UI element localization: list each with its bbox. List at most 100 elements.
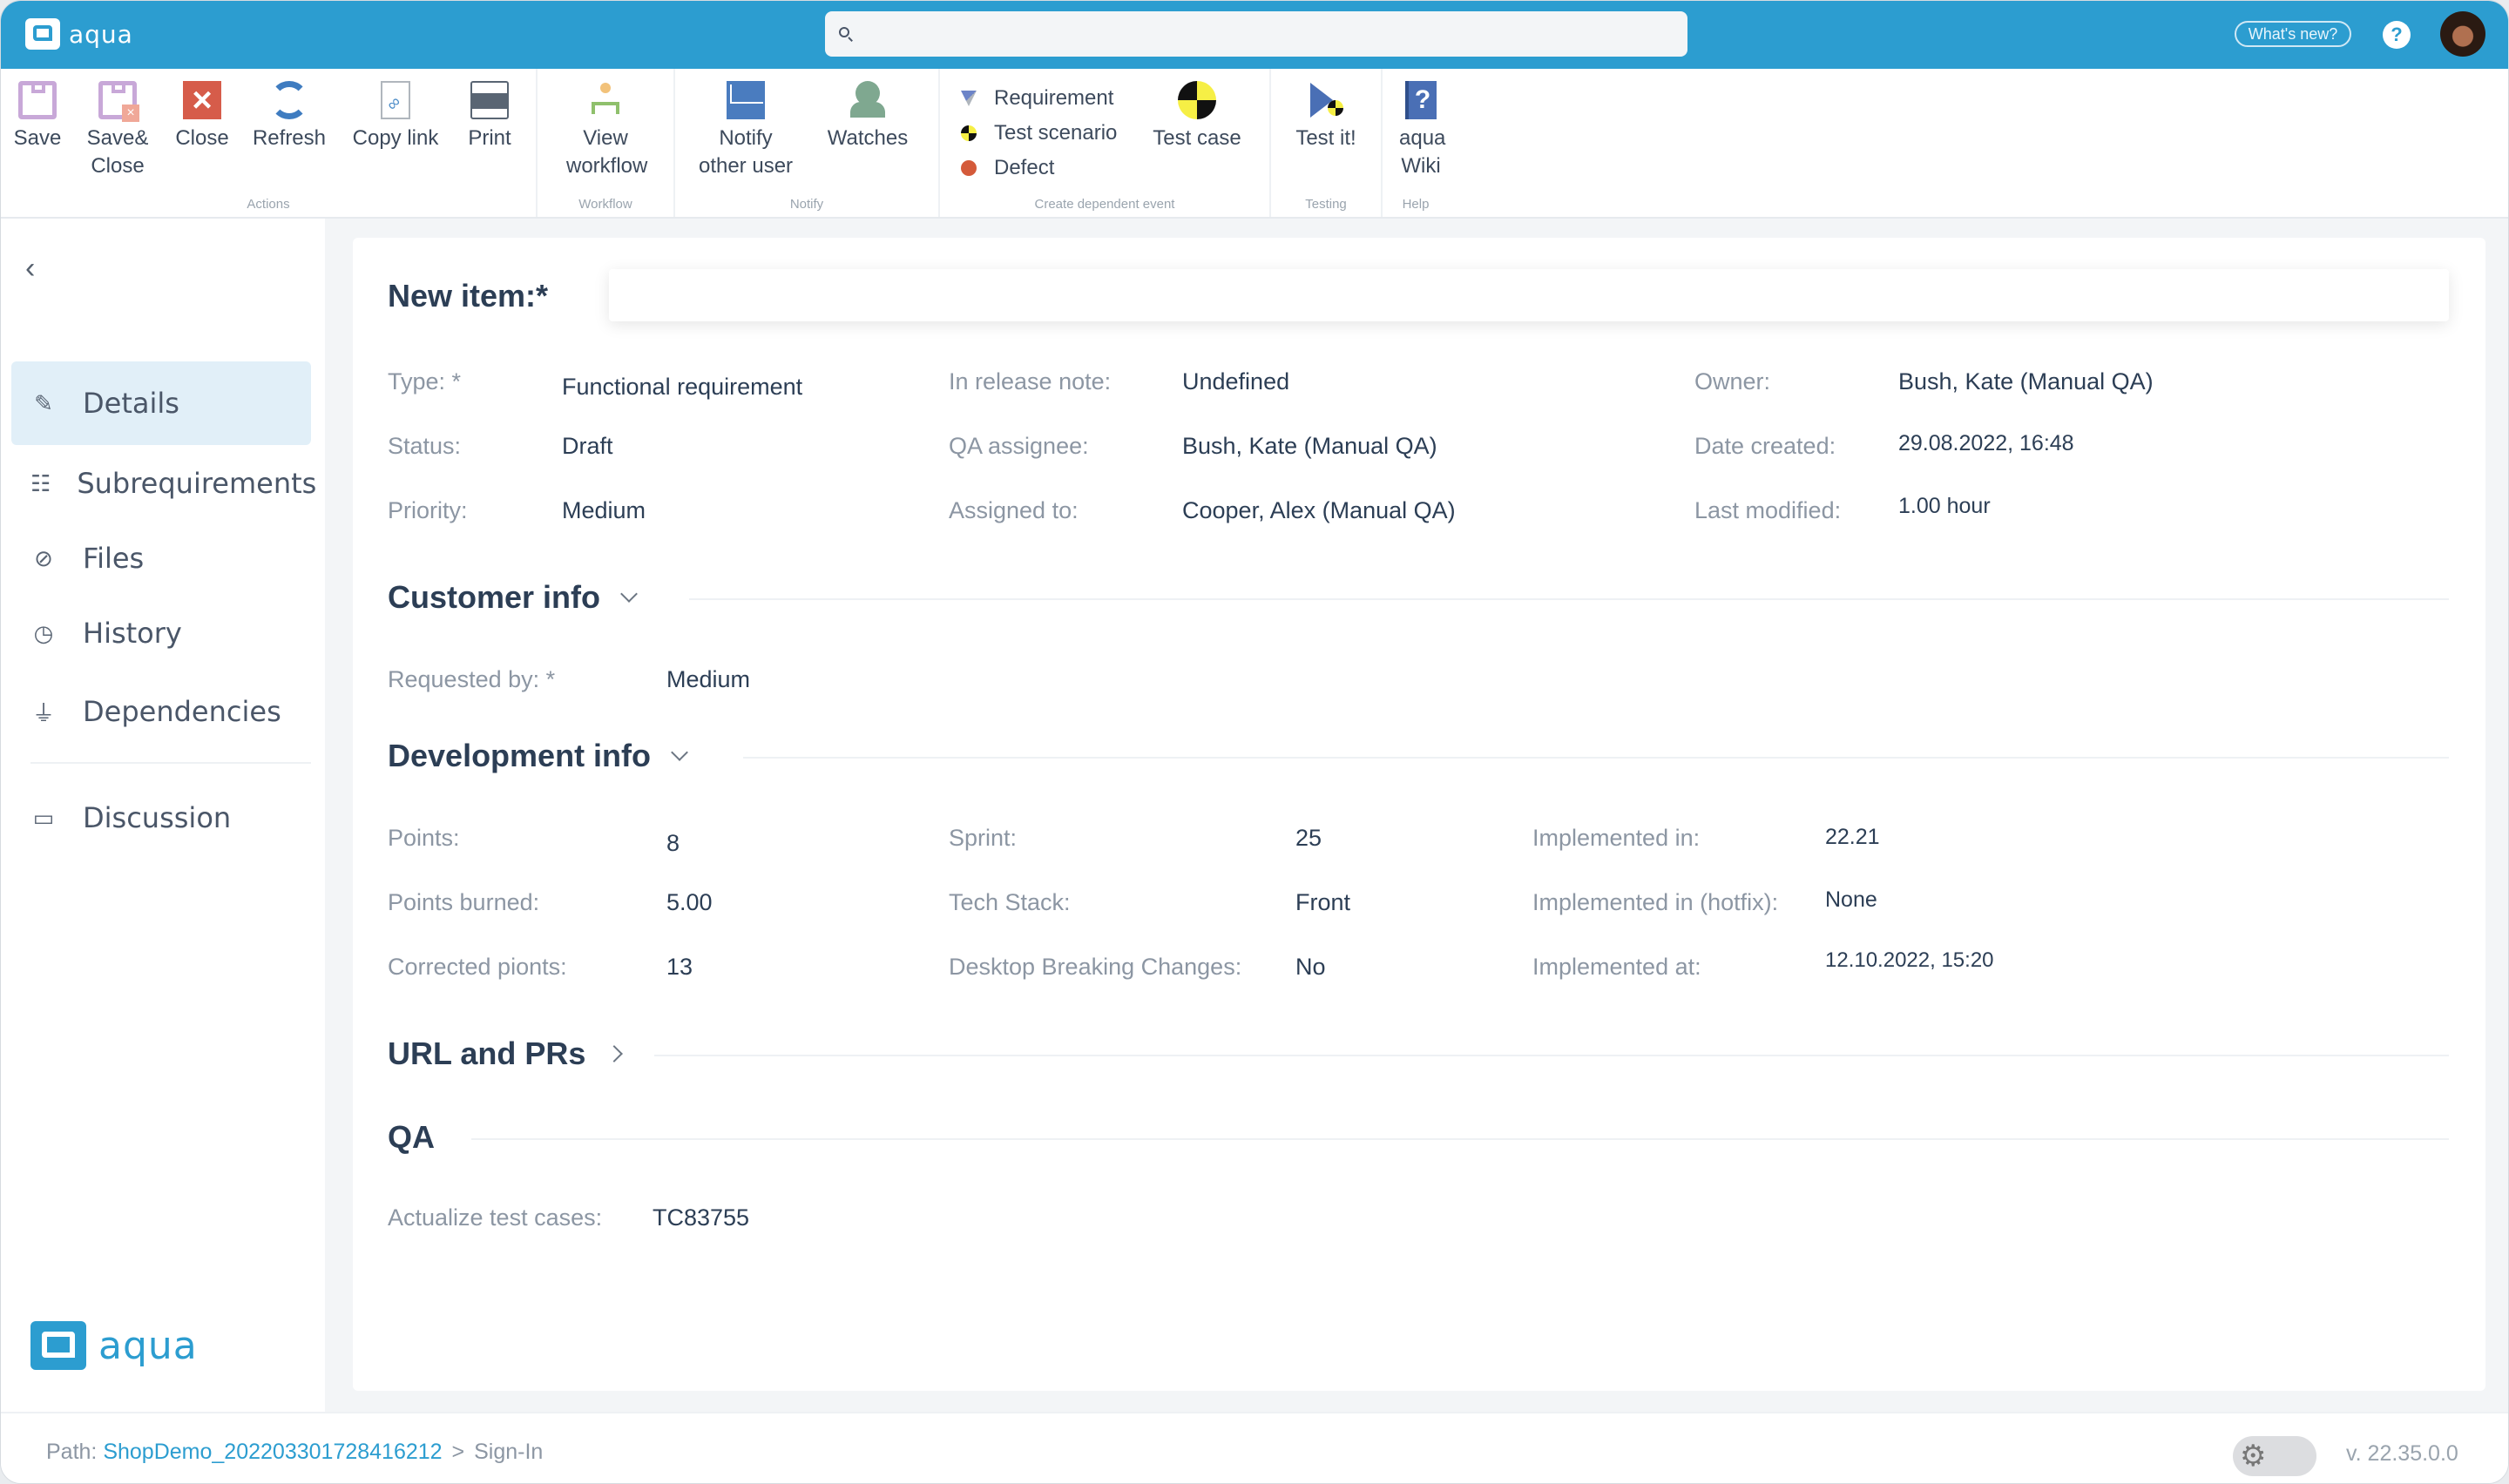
test-it-icon [1307, 81, 1345, 119]
field-value-implemented-in[interactable]: 22.21 [1825, 825, 1880, 850]
sidebar-item-history[interactable]: ◷ History [11, 591, 311, 675]
paperclip-icon: ⊘ [34, 544, 53, 571]
sidebar-item-files[interactable]: ⊘ Files [11, 516, 311, 600]
close-label: Close [175, 126, 229, 150]
field-value-type[interactable]: Functional requirement [562, 374, 802, 401]
field-value-corrected-points[interactable]: 13 [666, 954, 693, 981]
sidebar-item-dependencies[interactable]: ⏚ Dependencies [11, 670, 311, 753]
field-label-owner: Owner: [1694, 368, 1771, 395]
field-value-priority[interactable]: Medium [562, 497, 646, 524]
chevron-down-icon[interactable] [671, 744, 688, 761]
field-label-last-modified: Last modified: [1694, 497, 1842, 523]
search-input[interactable] [853, 10, 1687, 57]
sidebar-item-discussion[interactable]: ▭ Discussion [11, 776, 311, 860]
save-close-button[interactable]: Save& Close [83, 81, 152, 180]
field-label-status: Status: [388, 433, 462, 459]
sidebar-item-label: Discussion [83, 801, 232, 834]
section-title: Development info [388, 738, 652, 773]
field-value-requested-by[interactable]: Medium [666, 666, 750, 693]
whats-new-button[interactable]: What's new? [2235, 21, 2351, 47]
field-value-points-burned[interactable]: 5.00 [666, 889, 713, 916]
test-it-button[interactable]: Test it! [1287, 81, 1365, 152]
field-value-points[interactable]: 8 [666, 830, 680, 857]
save-close-label: Save& Close [86, 126, 149, 178]
logo-text: aqua [98, 1323, 198, 1368]
back-chevron-icon[interactable]: ‹ [25, 252, 35, 286]
section-qa: QA [388, 1119, 435, 1156]
save-label: Save [13, 126, 62, 150]
group-workflow: View workflow Workflow [538, 69, 675, 217]
item-title-input[interactable] [609, 269, 2449, 321]
sidebar-divider [30, 762, 311, 764]
settings-toggle[interactable]: ⚙ [2233, 1436, 2316, 1476]
aqua-logo[interactable]: aqua [25, 18, 133, 50]
section-title: URL and PRs [388, 1035, 586, 1071]
section-development-info[interactable]: Development info [388, 738, 688, 774]
group-label-testing: Testing [1305, 197, 1347, 212]
chevron-down-icon[interactable] [620, 585, 638, 603]
requirement-label: Requirement [994, 86, 1114, 110]
field-value-last-modified: 1.00 hour [1898, 494, 1991, 518]
notify-other-user-button[interactable]: Notify other user [696, 81, 795, 180]
section-url-prs[interactable]: URL and PRs [388, 1035, 624, 1072]
field-value-status[interactable]: Draft [562, 433, 613, 460]
field-value-owner[interactable]: Bush, Kate (Manual QA) [1898, 368, 2154, 395]
breadcrumb-project-link[interactable]: ShopDemo_202203301728416212 [103, 1440, 442, 1464]
refresh-button[interactable]: Refresh [252, 81, 327, 152]
sidebar-item-subrequirements[interactable]: ☷ Subrequirements [11, 442, 316, 525]
create-defect-button[interactable]: Defect [961, 151, 1117, 186]
field-label-implemented-in: Implemented in: [1532, 825, 1701, 851]
field-value-assigned-to[interactable]: Cooper, Alex (Manual QA) [1182, 497, 1456, 524]
field-value-tech-stack[interactable]: Front [1295, 889, 1350, 916]
create-requirement-button[interactable]: Requirement [961, 81, 1117, 116]
aqua-logo-icon [30, 1321, 86, 1370]
print-button[interactable]: Print [461, 81, 518, 152]
help-icon[interactable]: ? [2383, 21, 2411, 49]
top-header: aqua What's new? ? [1, 1, 2508, 69]
field-label-actualize-test-cases: Actualize test cases: [388, 1204, 603, 1231]
sidebar-item-label: Files [83, 542, 145, 575]
field-label-points: Points: [388, 825, 460, 851]
view-workflow-button[interactable]: View workflow [553, 81, 658, 180]
copy-link-button[interactable]: Copy link [349, 81, 442, 152]
aqua-wiki-button[interactable]: ? aqua Wiki [1395, 81, 1447, 180]
global-search[interactable] [825, 10, 1687, 57]
item-details-card: New item:* Type: * Functional requiremen… [353, 238, 2485, 1391]
print-icon [470, 81, 509, 119]
field-value-desktop-breaking[interactable]: No [1295, 954, 1326, 981]
sidebar-item-label: Dependencies [83, 695, 281, 728]
group-actions: Save Save& Close × Close Refresh Copy li… [1, 69, 538, 217]
field-label-sprint: Sprint: [949, 825, 1018, 851]
print-label: Print [468, 126, 511, 150]
field-label-requested-by: Requested by: * [388, 666, 556, 692]
wiki-icon: ? [1405, 81, 1437, 119]
field-value-sprint[interactable]: 25 [1295, 825, 1322, 852]
watches-button[interactable]: Watches [820, 81, 916, 152]
field-value-actualize-test-cases[interactable]: TC83755 [653, 1204, 749, 1231]
field-value-qa-assignee[interactable]: Bush, Kate (Manual QA) [1182, 433, 1437, 460]
section-customer-info[interactable]: Customer info [388, 579, 638, 616]
close-button[interactable]: × Close [172, 81, 233, 152]
field-label-type: Type: * [388, 368, 462, 395]
field-value-implemented-hotfix[interactable]: None [1825, 887, 1877, 913]
field-label-priority: Priority: [388, 497, 468, 523]
save-button[interactable]: Save [11, 81, 64, 152]
test-it-label: Test it! [1295, 126, 1356, 150]
field-value-release-note[interactable]: Undefined [1182, 368, 1289, 395]
chevron-right-icon[interactable] [605, 1045, 624, 1062]
create-test-case-button[interactable]: Test case [1149, 81, 1245, 152]
section-divider [471, 1138, 2449, 1140]
notify-label: Notify other user [698, 126, 794, 178]
dependent-event-list: Requirement Test scenario Defect [961, 81, 1117, 186]
sidebar-item-details[interactable]: ✎ Details [11, 361, 311, 445]
user-avatar[interactable] [2440, 11, 2485, 57]
group-label-notify: Notify [789, 197, 824, 212]
gear-icon: ⚙ [2240, 1440, 2267, 1473]
field-label-implemented-hotfix: Implemented in (hotfix): [1532, 889, 1779, 915]
group-create-dependent: Requirement Test scenario Defect Test ca… [940, 69, 1271, 217]
section-divider [689, 598, 2449, 600]
test-scenario-label: Test scenario [994, 121, 1118, 145]
field-value-implemented-at[interactable]: 12.10.2022, 15:20 [1825, 948, 1994, 973]
view-workflow-label: View workflow [566, 126, 648, 178]
create-test-scenario-button[interactable]: Test scenario [961, 116, 1117, 151]
